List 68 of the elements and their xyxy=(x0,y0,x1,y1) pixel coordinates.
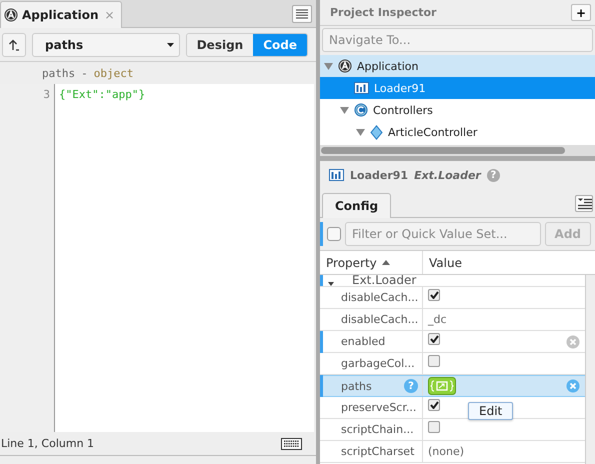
class-name: Ext.Loader xyxy=(414,168,481,182)
cursor-position: Line 1, Column 1 xyxy=(1,437,94,450)
property-row[interactable]: scriptCharset (none) xyxy=(320,441,585,463)
expanded-triangle-icon[interactable] xyxy=(340,106,349,114)
expanded-triangle-icon[interactable] xyxy=(356,128,365,136)
list-icon xyxy=(578,198,592,210)
check-icon xyxy=(430,290,438,298)
clear-icon[interactable] xyxy=(566,379,580,393)
code-line: {"Ext":"app"} xyxy=(59,87,146,103)
tree-item[interactable]: ArticleController xyxy=(320,121,595,143)
property-name: scriptChain... xyxy=(341,423,414,436)
property-name: enabled xyxy=(341,335,386,348)
property-row[interactable]: enabled xyxy=(320,331,585,353)
bar-chart-icon xyxy=(329,169,344,181)
up-button[interactable] xyxy=(2,32,26,56)
property-name: disableCach... xyxy=(341,313,418,326)
property-row[interactable]: disableCach... xyxy=(320,287,585,309)
letter-a-circle-icon xyxy=(338,59,352,73)
property-name: garbageCol... xyxy=(341,357,415,370)
property-name: disableCach... xyxy=(341,291,418,304)
component-name: Loader91 xyxy=(350,168,408,182)
tree-item[interactable]: Application xyxy=(320,55,595,77)
panel-title: Project Inspector xyxy=(330,6,436,19)
separator-text: - xyxy=(81,66,88,80)
checkbox[interactable] xyxy=(428,420,440,432)
letter-c-circle-icon xyxy=(354,103,368,117)
collapse-triangle-icon[interactable] xyxy=(328,282,334,286)
filter-field[interactable]: Filter or Quick Value Set... xyxy=(345,222,541,246)
property-name: scriptCharset xyxy=(341,445,414,458)
type-name: object xyxy=(94,66,134,80)
check-icon xyxy=(430,334,438,342)
column-header[interactable]: Value xyxy=(423,251,595,274)
checkbox[interactable] xyxy=(428,354,440,366)
config-tab[interactable]: Config xyxy=(322,193,392,218)
arrow-up-icon xyxy=(8,38,20,50)
caret-icon xyxy=(166,42,174,46)
tooltip: Edit xyxy=(468,402,514,420)
keyboard-icon[interactable] xyxy=(281,438,302,450)
checkbox[interactable] xyxy=(327,227,341,241)
property-name: paths xyxy=(341,380,372,392)
property-row[interactable]: paths ? xyxy=(320,375,585,397)
diamond-icon xyxy=(370,124,383,140)
checkbox[interactable] xyxy=(428,398,440,410)
menu-icon xyxy=(296,8,308,18)
column-header[interactable]: Property xyxy=(320,251,423,274)
expanded-triangle-icon[interactable] xyxy=(324,62,333,70)
path-dropdown[interactable]: paths xyxy=(32,32,180,56)
list-options-button[interactable] xyxy=(575,194,593,212)
editor-tab[interactable]: Application × xyxy=(0,1,122,28)
sort-ascending-icon xyxy=(382,260,390,265)
checkbox[interactable] xyxy=(428,332,440,344)
property-row[interactable]: disableCach... _dc xyxy=(320,309,585,331)
checkbox[interactable] xyxy=(428,288,440,300)
check-icon xyxy=(430,400,438,408)
property-name: preserveScr... xyxy=(341,401,416,414)
property-value: (none) xyxy=(428,445,464,458)
menu-button[interactable] xyxy=(292,4,312,22)
line-number: 3 xyxy=(42,87,50,103)
tree-item[interactable]: Controllers xyxy=(320,99,595,121)
property-name: paths xyxy=(42,66,76,80)
bar-chart-icon xyxy=(354,82,369,94)
scrollbar-thumb[interactable] xyxy=(321,147,565,154)
property-value: _dc xyxy=(428,313,447,326)
add-button[interactable]: + xyxy=(571,4,591,21)
tab-title: Application xyxy=(22,8,99,22)
letter-a-circle-icon xyxy=(4,8,18,22)
group-label: Ext.Loader xyxy=(352,275,416,286)
navigate-field[interactable]: Navigate To... xyxy=(322,28,593,52)
